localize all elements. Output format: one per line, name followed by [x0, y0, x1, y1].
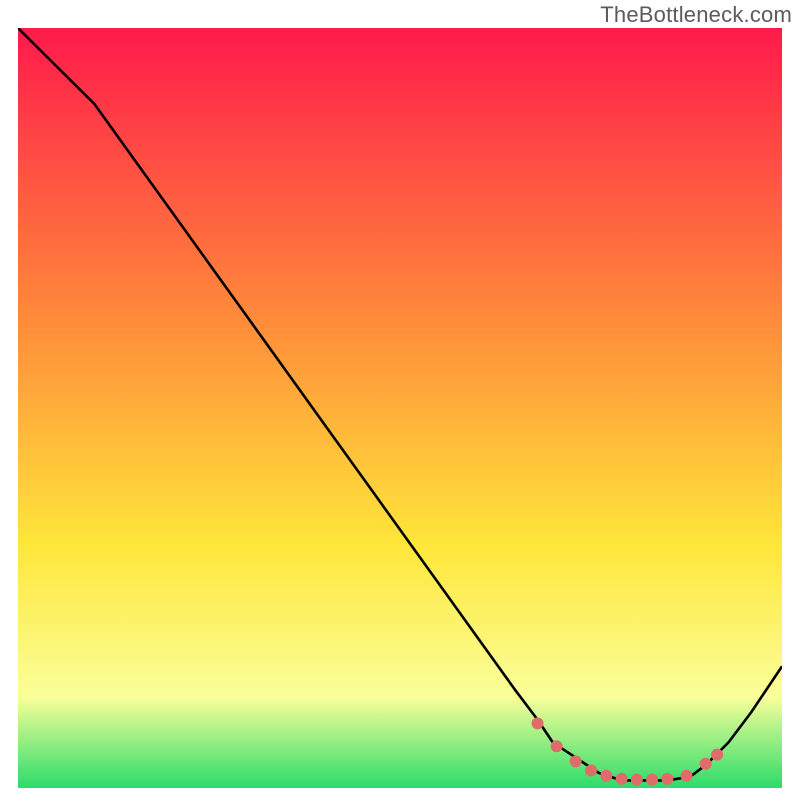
marker-dot [711, 749, 723, 761]
marker-dot [570, 755, 582, 767]
marker-dot [681, 770, 693, 782]
plot-area [18, 28, 782, 788]
marker-dot [616, 773, 628, 785]
chart-container: TheBottleneck.com [0, 0, 800, 800]
marker-dot [532, 717, 544, 729]
watermark-text: TheBottleneck.com [600, 2, 792, 28]
marker-dot [646, 774, 658, 786]
marker-dot [600, 770, 612, 782]
gradient-background [18, 28, 782, 788]
marker-dot [551, 740, 563, 752]
chart-svg [18, 28, 782, 788]
marker-dot [661, 773, 673, 785]
marker-dot [700, 758, 712, 770]
marker-dot [631, 774, 643, 786]
marker-dot [585, 765, 597, 777]
